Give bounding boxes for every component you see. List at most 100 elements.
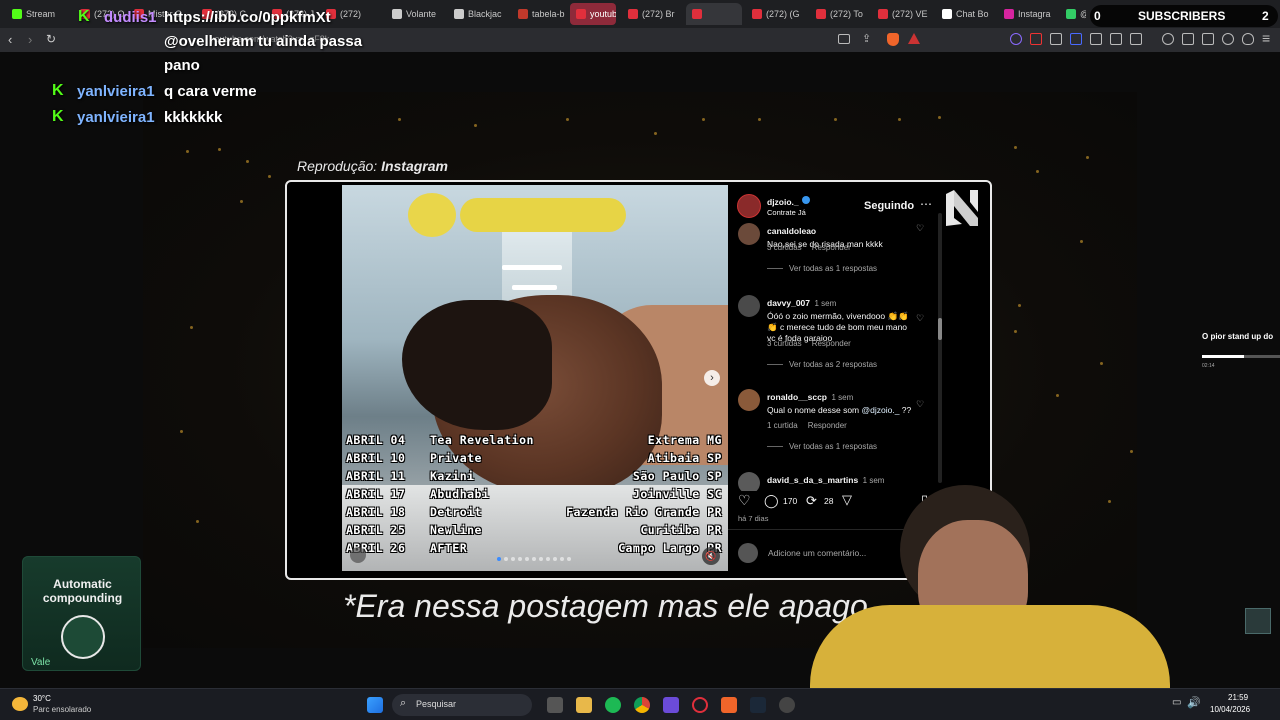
mute-icon[interactable]: 🔇 (702, 547, 720, 565)
chrome-icon[interactable] (634, 697, 650, 713)
app-icon[interactable] (663, 697, 679, 713)
next-arrow-icon[interactable]: › (704, 370, 720, 386)
reply-button[interactable]: Responder (808, 421, 847, 430)
clock-date[interactable]: 10/04/2026 (1210, 705, 1250, 714)
search-placeholder: Pesquisar (416, 699, 457, 709)
view-replies-button[interactable]: Ver todas as 2 respostas (767, 360, 877, 369)
comment-time: 1 sem (831, 393, 854, 402)
event-city: Joinville SC (632, 487, 722, 501)
vpn-icon[interactable] (1242, 33, 1254, 45)
browser-tab[interactable]: youtube (570, 3, 616, 25)
browser-tab[interactable]: Instagra (998, 3, 1056, 25)
event-name: Private (430, 451, 482, 465)
extension-icon[interactable] (1050, 33, 1062, 45)
browser-tab[interactable]: Stream (6, 3, 68, 25)
browser-tab[interactable]: (272) Br (622, 3, 682, 25)
browser-tab[interactable]: (272) VE (872, 3, 932, 25)
commenter-avatar[interactable] (738, 223, 760, 245)
tab-favicon-icon (942, 9, 952, 19)
brave-shield-icon[interactable] (887, 33, 899, 46)
browser-tab[interactable]: Chat Bo (936, 3, 994, 25)
puzzle-icon[interactable] (1110, 33, 1122, 45)
discord-icon[interactable] (779, 697, 795, 713)
comment-like-icon[interactable]: ♡ (916, 223, 924, 234)
brave-rewards-icon[interactable] (908, 33, 920, 44)
reply-button[interactable]: Responder (812, 339, 851, 348)
browser-tab[interactable]: Volante (386, 3, 444, 25)
event-name: AFTER (430, 541, 468, 555)
spotify-icon[interactable] (605, 697, 621, 713)
steam-icon[interactable] (750, 697, 766, 713)
commenter-avatar[interactable] (738, 295, 760, 317)
commenter-avatar[interactable] (738, 389, 760, 411)
share-icon[interactable]: ⇪ (862, 32, 871, 45)
tab-label: youtube (590, 9, 616, 19)
view-replies-button[interactable]: Ver todas as 1 respostas (767, 264, 877, 273)
extension-icon[interactable] (1070, 33, 1082, 45)
post-image[interactable]: ABRIL 04 Tea Revelation Extrema MG ABRIL 10… (342, 185, 728, 571)
brave-icon[interactable] (721, 697, 737, 713)
profile-subtitle: Contrate Já (767, 208, 806, 217)
file-explorer-icon[interactable] (576, 697, 592, 713)
music-icon[interactable] (1162, 33, 1174, 45)
weather-icon[interactable] (12, 697, 28, 711)
tab-favicon-icon (392, 9, 402, 19)
browser-tab[interactable]: (272) (G (746, 3, 806, 25)
commenter-username[interactable]: davvy_007 (767, 298, 810, 308)
leo-icon[interactable] (1222, 33, 1234, 45)
extension-icon[interactable] (1030, 33, 1042, 45)
browser-tab[interactable]: (272) To (810, 3, 868, 25)
side-video-widget[interactable]: O pior stand up do 02:14 (1200, 330, 1280, 370)
tab-label: (272) (G (766, 9, 800, 19)
task-view-icon[interactable] (547, 697, 563, 713)
prev-arrow-icon[interactable] (350, 547, 366, 563)
network-icon[interactable]: ▭ (1172, 697, 1181, 708)
like-icon[interactable]: ♡ (738, 492, 751, 509)
chat-username: yanlvieira1 (77, 109, 155, 126)
forward-icon[interactable]: › (28, 32, 32, 47)
browser-tab[interactable]: Blackjac (448, 3, 508, 25)
tab-label: Blackjac (468, 9, 502, 19)
more-options-icon[interactable]: ⋯ (920, 197, 932, 211)
screenshot-icon[interactable] (1130, 33, 1142, 45)
weather-desc[interactable]: Parc ensolarado (33, 705, 91, 714)
screen-icon[interactable] (838, 34, 850, 44)
profile-username[interactable]: djzoio._ (767, 197, 799, 207)
volume-icon[interactable]: 🔊 (1187, 696, 1201, 709)
menu-icon[interactable]: ≡ (1262, 30, 1270, 46)
profile-avatar[interactable] (737, 194, 761, 218)
ad-widget[interactable]: Automatic compounding Vale (22, 556, 141, 671)
clock-time[interactable]: 21:59 (1228, 693, 1248, 702)
following-button[interactable]: Seguindo (864, 200, 914, 212)
back-icon[interactable]: ‹ (8, 32, 12, 47)
commenter-username[interactable]: canaldoleao (767, 226, 816, 236)
windows-taskbar: 30°C Parc ensolarado ⌕ Pesquisar ▭ 🔊 21:… (0, 688, 1280, 720)
comment-likes[interactable]: 3 curtidas (767, 243, 802, 252)
commenter-username[interactable]: ronaldo__sccp (767, 392, 827, 402)
comment-like-icon[interactable]: ♡ (916, 399, 924, 410)
sidebar-icon[interactable] (1182, 33, 1194, 45)
browser-tab[interactable] (686, 3, 742, 25)
comment-likes[interactable]: 1 curtida (767, 421, 798, 430)
view-replies-button[interactable]: Ver todas as 1 respostas (767, 442, 877, 451)
browser-tab[interactable]: @ (1060, 3, 1086, 25)
weather-temp[interactable]: 30°C (33, 694, 51, 703)
tab-label: Volante (406, 9, 437, 19)
extension-icon[interactable] (1010, 33, 1022, 45)
windows-start-icon[interactable] (367, 697, 383, 713)
comment-icon[interactable]: ◯ (764, 493, 779, 509)
search-box[interactable]: ⌕ Pesquisar (392, 694, 532, 716)
replies-line (767, 268, 783, 270)
reply-button[interactable]: Responder (812, 243, 851, 252)
tab-label: Chat Bo (956, 9, 989, 19)
wallet-icon[interactable] (1202, 33, 1214, 45)
comment-mention[interactable]: @djzoio._ (862, 405, 900, 415)
comments-scrollbar[interactable] (938, 213, 942, 483)
opera-icon[interactable] (692, 697, 708, 713)
extension-icon[interactable] (1090, 33, 1102, 45)
comment-likes[interactable]: 3 curtidas (767, 339, 802, 348)
reload-icon[interactable]: ↻ (46, 32, 56, 46)
browser-tab[interactable]: tabela-b (512, 3, 568, 25)
commenter-avatar[interactable] (738, 472, 760, 491)
comment-like-icon[interactable]: ♡ (916, 313, 924, 324)
